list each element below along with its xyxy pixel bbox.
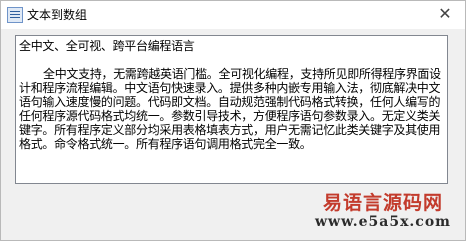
close-icon: ✕ xyxy=(438,3,452,23)
dialog-window: 文本到数组 ✕ 全中文、全可视、跨平台编程语言 全中文支持，无需跨越英语门槛。全… xyxy=(0,0,466,241)
editor-body: 全中文支持，无需跨越英语门槛。全可视化编程，支持所见即所得程序界面设计和程序流程… xyxy=(19,67,441,151)
close-button[interactable]: ✕ xyxy=(429,1,461,25)
editor-heading: 全中文、全可视、跨平台编程语言 xyxy=(19,39,195,53)
app-window-icon xyxy=(7,7,23,23)
site-watermark: 易语言源码网 www.e5a5x.com xyxy=(303,192,463,230)
watermark-title: 易语言源码网 xyxy=(322,192,443,214)
text-editor[interactable]: 全中文、全可视、跨平台编程语言 全中文支持，无需跨越英语门槛。全可视化编程，支持… xyxy=(15,35,448,184)
watermark-url: www.e5a5x.com xyxy=(315,214,451,230)
title-bar[interactable]: 文本到数组 ✕ xyxy=(1,1,465,29)
window-title: 文本到数组 xyxy=(27,8,88,22)
